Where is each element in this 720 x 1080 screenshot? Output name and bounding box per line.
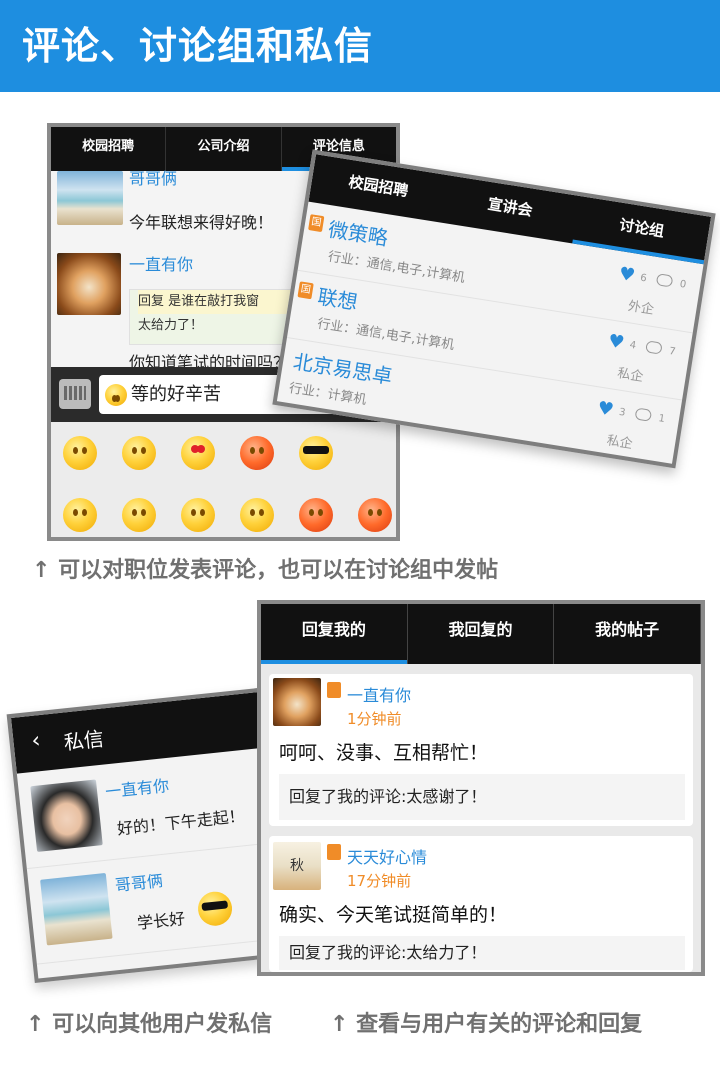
badge-icon: 国 <box>308 214 325 233</box>
caption-top: ↑ 可以对职位发表评论，也可以在讨论组中发帖 <box>32 558 499 583</box>
reply-text: 太给力了！ <box>138 318 204 333</box>
reply-body: 呵呵、没事、互相帮忙！ <box>279 742 489 764</box>
dizzy-emoji-icon[interactable] <box>63 498 97 532</box>
private-message-screen: ‹ 私信 一直有你 好的！下午走起！ 哥哥俩 学长好 <box>6 687 296 983</box>
comment-text: 今年联想来得好晚！ <box>129 213 274 232</box>
badge-icon <box>327 844 341 860</box>
message-username[interactable]: 哥哥俩 <box>114 867 164 896</box>
message-text: 学长好 <box>136 908 186 933</box>
sad-emoji-icon[interactable] <box>299 498 333 532</box>
mad-emoji-icon[interactable] <box>358 498 392 532</box>
company-type: 外企 <box>626 299 655 318</box>
company-name[interactable]: 联想 <box>316 280 360 315</box>
tab-company-intro[interactable]: 公司介绍 <box>166 127 282 171</box>
reply-card[interactable]: 一直有你 1分钟前 呵呵、没事、互相帮忙！ 回复了我的评论:太感谢了！ <box>269 674 693 826</box>
reply-quote: 回复了我的评论:太感谢了！ <box>279 774 685 820</box>
smile-emoji-icon[interactable] <box>63 436 97 470</box>
muted-emoji-icon[interactable] <box>122 498 156 532</box>
reply-time: 1分钟前 <box>347 710 402 728</box>
cool-emoji-icon[interactable] <box>299 436 333 470</box>
caption-bottom-left: ↑ 可以向其他用户发私信 <box>26 1012 273 1037</box>
comment-count: 7 <box>668 345 677 358</box>
grin-emoji-icon[interactable] <box>122 436 156 470</box>
like-count: 3 <box>618 406 627 419</box>
emoji-panel <box>51 422 396 537</box>
angry-emoji-icon[interactable] <box>240 436 274 470</box>
sleepy-emoji-icon[interactable] <box>181 498 215 532</box>
tab-my-replies[interactable]: 我回复的 <box>408 604 555 664</box>
company-type: 私企 <box>605 433 634 453</box>
avatar[interactable] <box>57 171 123 225</box>
company-type: 私企 <box>616 366 645 386</box>
page: 评论、讨论组和私信 校园招聘 公司介绍 评论信息 哥哥俩 今年联想来得好晚！ 一… <box>0 0 720 1080</box>
avatar[interactable] <box>57 253 121 315</box>
heart-icon[interactable]: ♥ <box>617 263 636 286</box>
tab-my-posts[interactable]: 我的帖子 <box>554 604 701 664</box>
comment-username[interactable]: 哥哥俩 <box>129 165 177 189</box>
back-arrow-icon[interactable]: ‹ <box>30 728 41 754</box>
message-username[interactable]: 一直有你 <box>104 772 170 803</box>
cry-emoji-icon[interactable] <box>240 498 274 532</box>
page-title: 评论、讨论组和私信 <box>0 0 720 92</box>
avatar[interactable] <box>40 872 113 946</box>
comment-username[interactable]: 一直有你 <box>129 251 193 275</box>
avatar[interactable] <box>273 678 321 726</box>
comment-icon[interactable] <box>645 340 663 355</box>
screen-title: 私信 <box>62 726 105 755</box>
tab-replies-to-me[interactable]: 回复我的 <box>261 604 408 664</box>
reply-username[interactable]: 一直有你 <box>347 682 411 706</box>
emoji-icon <box>105 384 127 406</box>
keyboard-icon[interactable] <box>59 379 91 409</box>
message-text: 好的！下午走起！ <box>116 806 246 839</box>
replies-screen: 回复我的 我回复的 我的帖子 一直有你 1分钟前 呵呵、没事、互相帮忙！ 回复了… <box>257 600 705 976</box>
comment-count: 0 <box>678 278 687 291</box>
reply-time: 17分钟前 <box>347 872 412 890</box>
badge-icon: 国 <box>297 281 314 300</box>
reply-username[interactable]: 天天好心情 <box>347 844 427 868</box>
reply-body: 确实、今天笔试挺简单的！ <box>279 904 508 926</box>
like-count: 6 <box>639 272 648 285</box>
heart-icon[interactable]: ♥ <box>596 398 615 421</box>
comment-count: 1 <box>657 413 666 426</box>
avatar[interactable]: 秋 <box>273 842 321 890</box>
avatar[interactable] <box>30 779 103 852</box>
cool-emoji-icon <box>196 890 234 928</box>
reply-card[interactable]: 秋 天天好心情 17分钟前 确实、今天笔试挺简单的！ 回复了我的评论:太给力了！ <box>269 836 693 972</box>
like-count: 4 <box>628 339 637 352</box>
heart-icon[interactable]: ♥ <box>607 330 626 353</box>
comment-icon[interactable] <box>655 273 674 288</box>
comment-icon[interactable] <box>634 407 653 422</box>
tab-bar: 回复我的 我回复的 我的帖子 <box>261 604 701 664</box>
caption-bottom-right: ↑ 查看与用户有关的评论和回复 <box>330 1012 643 1037</box>
reply-quote: 回复了我的评论:太给力了！ <box>279 936 685 970</box>
badge-icon <box>327 682 341 698</box>
love-emoji-icon[interactable] <box>181 436 215 470</box>
comment-input-value: 等的好辛苦 <box>131 384 221 405</box>
